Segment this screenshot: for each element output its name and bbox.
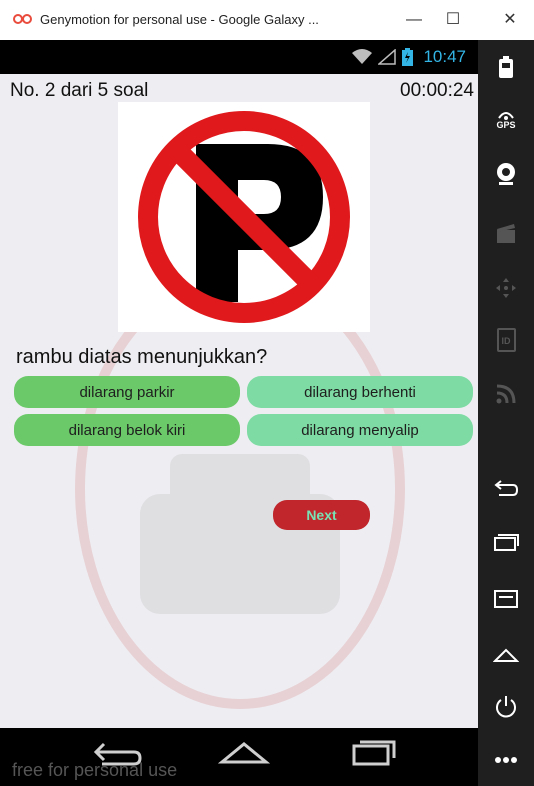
battery-charging-icon <box>402 48 414 66</box>
question-text: rambu diatas menunjukkan? <box>16 346 268 368</box>
answer-option-2[interactable]: dilarang berhenti <box>247 376 473 408</box>
maximize-button[interactable]: ☐ <box>435 8 471 32</box>
side-power-button[interactable] <box>492 692 520 720</box>
home-icon <box>493 648 519 662</box>
power-icon <box>496 696 516 718</box>
side-home-button[interactable] <box>492 640 520 668</box>
question-counter: No. 2 dari 5 soal <box>10 80 149 101</box>
signal-icon <box>378 49 397 65</box>
android-navbar: free for personal use <box>0 728 478 786</box>
close-button[interactable]: ✕ <box>492 8 528 32</box>
battery-tool[interactable] <box>492 53 520 81</box>
window-title: Genymotion for personal use - Google Gal… <box>40 12 319 27</box>
gps-icon <box>498 112 514 120</box>
quiz-screen: No. 2 dari 5 soal 00:00:24 rambu diatas … <box>0 74 478 728</box>
answer-option-1[interactable]: dilarang parkir <box>14 376 240 408</box>
android-statusbar: 10:47 <box>0 40 478 74</box>
more-icon <box>495 757 517 763</box>
video-capture-tool[interactable] <box>492 220 520 248</box>
video-capture-icon <box>497 224 515 243</box>
id-label: ID <box>501 336 511 346</box>
answer-option-4[interactable]: dilarang menyalip <box>247 414 473 446</box>
rss-tool[interactable] <box>492 380 520 408</box>
id-icon: ID <box>496 328 516 352</box>
next-button[interactable]: Next <box>273 500 370 530</box>
minimize-button[interactable]: — <box>396 8 432 32</box>
dpad-icon <box>496 278 516 298</box>
recent-apps-icon <box>494 534 519 551</box>
webcam-icon <box>497 163 515 185</box>
side-more-button[interactable] <box>492 746 520 774</box>
webcam-tool[interactable] <box>492 160 520 188</box>
side-recent-apps-button[interactable] <box>492 528 520 556</box>
back-icon <box>494 480 519 496</box>
no-parking-sign-icon <box>138 111 350 323</box>
rss-icon <box>496 384 516 404</box>
traffic-sign-image <box>118 102 370 332</box>
status-clock: 10:47 <box>423 47 466 66</box>
emulator-screen: 10:47 No. 2 dari 5 soal 00:00:24 rambu d… <box>0 40 478 786</box>
quiz-timer: 00:00:24 <box>400 80 474 101</box>
genymotion-logo-icon <box>13 14 32 24</box>
answer-option-3[interactable]: dilarang belok kiri <box>14 414 240 446</box>
battery-icon <box>499 56 513 78</box>
nav-home-icon[interactable] <box>218 736 270 768</box>
gps-label: GPS <box>496 120 516 130</box>
window-titlebar: Genymotion for personal use - Google Gal… <box>0 0 534 41</box>
genymotion-tool-panel: GPS ID <box>478 40 534 786</box>
nav-back-icon[interactable] <box>88 736 144 768</box>
nav-recent-apps-icon[interactable] <box>348 736 400 768</box>
side-back-button[interactable] <box>492 474 520 502</box>
wifi-icon <box>352 49 373 64</box>
menu-icon <box>494 590 518 608</box>
dpad-tool[interactable] <box>492 274 520 302</box>
side-menu-button[interactable] <box>492 585 520 613</box>
device-id-tool[interactable]: ID <box>492 326 520 354</box>
gps-tool[interactable]: GPS <box>492 106 520 134</box>
